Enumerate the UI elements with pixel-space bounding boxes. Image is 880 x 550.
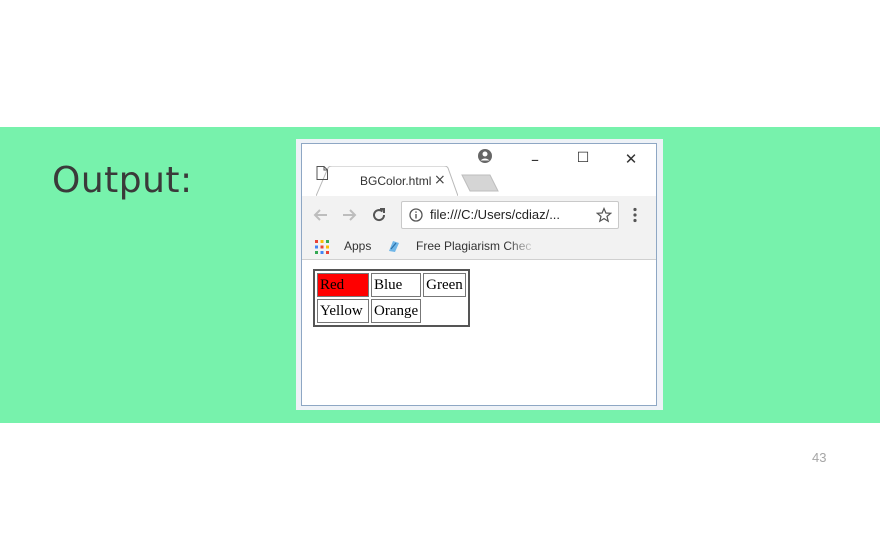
apps-grid-icon[interactable] [315,240,329,254]
page-number: 43 [812,450,827,465]
table-cell-green: Green [423,273,466,297]
tab-title: BGColor.html [360,174,432,188]
color-table: Red Blue Green Yellow Orange [313,269,470,327]
file-icon [316,166,328,180]
forward-arrow-icon[interactable] [340,206,358,224]
new-tab-button[interactable] [460,173,500,193]
info-icon[interactable] [409,208,423,222]
page-content: Red Blue Green Yellow Orange [302,260,656,405]
profile-icon[interactable] [477,148,493,164]
table-row: Yellow Orange [317,299,466,323]
star-icon[interactable] [596,207,612,223]
table-cell-red: Red [317,273,369,297]
tab-bgcolor[interactable]: BGColor.html × [316,166,458,196]
table-cell-orange: Orange [371,299,422,323]
slide-heading: Output: [52,160,193,201]
tab-close-icon[interactable]: × [434,172,446,188]
back-arrow-icon[interactable] [312,206,330,224]
browser-toolbar: file:///C:/Users/cdiaz/... [302,196,656,234]
apps-link[interactable]: Apps [344,239,371,253]
close-button[interactable]: ✕ [616,150,646,170]
bookmark-fade [507,234,537,258]
minimize-button[interactable]: – [520,150,550,170]
title-bar: BGColor.html × – ☐ ✕ [302,144,656,196]
bookmarks-bar: Apps Free Plagiarism Chec [302,234,656,260]
table-row: Red Blue Green [317,273,466,297]
menu-dots-icon[interactable] [632,207,638,223]
maximize-button[interactable]: ☐ [568,150,598,170]
browser-window: BGColor.html × – ☐ ✕ file:///C:/Users/cd… [301,143,657,406]
url-text: file:///C:/Users/cdiaz/... [430,207,561,222]
reload-icon[interactable] [370,206,388,224]
bookmark-icon [389,241,399,252]
table-cell-yellow: Yellow [317,299,369,323]
table-cell-blue: Blue [371,273,422,297]
address-bar[interactable]: file:///C:/Users/cdiaz/... [401,201,619,229]
